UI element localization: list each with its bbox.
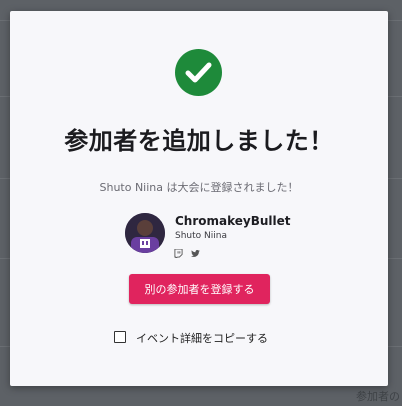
participant-name: ChromakeyBullet <box>175 214 291 228</box>
twitter-icon[interactable] <box>191 243 201 262</box>
success-modal: 参加者を追加しました！ Shuto Niina は大会に登録されました！ Chr… <box>10 11 388 386</box>
copy-details-label[interactable]: イベント詳細をコピーする <box>136 330 268 346</box>
modal-title: 参加者を追加しました！ <box>64 127 334 155</box>
participant-real-name: Shuto Niina <box>175 231 227 241</box>
success-message: Shuto Niina は大会に登録されました！ <box>99 181 299 194</box>
register-another-button[interactable]: 別の参加者を登録する <box>129 274 270 304</box>
background-text: 参加者の <box>356 390 400 403</box>
avatar <box>125 213 165 253</box>
copy-details-checkbox[interactable] <box>114 331 126 343</box>
social-links <box>174 243 203 259</box>
twitch-icon[interactable] <box>174 243 183 262</box>
check-circle-icon <box>175 49 222 96</box>
